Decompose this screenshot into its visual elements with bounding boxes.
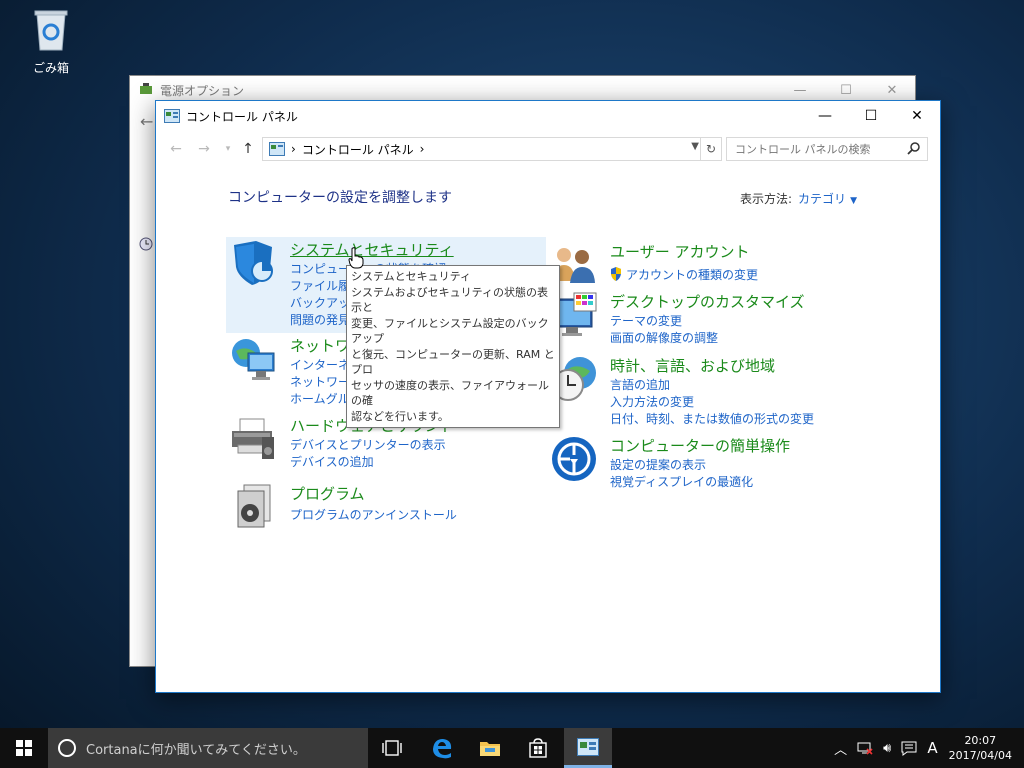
up-button[interactable]: ↑: [236, 137, 260, 161]
category-title[interactable]: プログラム: [290, 483, 365, 504]
control-panel-icon: [164, 109, 180, 123]
tooltip-title: システムとセキュリティ: [351, 270, 472, 283]
taskbar: Cortanaに何か聞いてみてください。 ︿ 🔊︎ A 20:07 2017/0…: [0, 728, 1024, 768]
windows-logo-icon: [16, 740, 32, 756]
minimize-button[interactable]: —: [802, 101, 848, 131]
task-view-button[interactable]: [368, 728, 416, 768]
network-status-icon[interactable]: [857, 741, 873, 755]
category-link[interactable]: 視覚ディスプレイの最適化: [610, 473, 753, 490]
maximize-button[interactable]: ☐: [848, 101, 894, 131]
category-user-accounts[interactable]: ユーザー アカウント アカウントの種類の変更: [550, 241, 910, 285]
control-panel-window[interactable]: コントロール パネル — ☐ ✕ ← → ▾ ↑ › コントロール パネル › …: [155, 100, 941, 693]
recycle-bin-shortcut[interactable]: ごみ箱: [22, 8, 80, 76]
category-link[interactable]: 設定の提案の表示: [610, 456, 706, 473]
clock-date: 2017/04/04: [948, 749, 1012, 762]
system-tray: ︿ 🔊︎ A 20:07 2017/04/04: [829, 728, 1024, 768]
category-link[interactable]: デバイスとプリンターの表示: [290, 436, 446, 453]
recycle-bin-label: ごみ箱: [32, 61, 69, 75]
search-box[interactable]: [726, 137, 928, 161]
tooltip-line: セッサの速度の表示、ファイアウォールの確: [351, 378, 549, 408]
tooltip: システムとセキュリティ システムおよびセキュリティの状態の表示と 変更、ファイル…: [346, 265, 560, 428]
programs-icon: [237, 484, 271, 528]
control-panel-taskbar-icon: [577, 737, 599, 756]
clock-time: 20:07: [964, 734, 997, 747]
page-heading: コンピューターの設定を調整します: [228, 190, 452, 206]
close-button[interactable]: ✕: [894, 101, 940, 131]
category-link[interactable]: アカウントの種類の変更: [626, 266, 758, 283]
category-title[interactable]: コンピューターの簡単操作: [610, 435, 790, 456]
search-input[interactable]: [733, 141, 907, 157]
category-programs[interactable]: プログラム プログラムのアンインストール: [230, 483, 550, 528]
forward-button[interactable]: →: [192, 137, 216, 161]
cortana-icon: [58, 739, 76, 757]
view-by-dropdown-icon[interactable]: ▼: [850, 196, 857, 206]
view-by-control[interactable]: 表示方法: カテゴリ ▼: [740, 190, 857, 207]
category-link[interactable]: プログラムのアンインストール: [290, 506, 457, 523]
category-title[interactable]: 時計、言語、および地域: [610, 355, 775, 376]
back-button[interactable]: ←: [164, 137, 188, 161]
category-link[interactable]: 日付、時刻、または数値の形式の変更: [610, 410, 814, 427]
ime-indicator[interactable]: A: [927, 739, 937, 757]
address-separator[interactable]: ›: [291, 142, 296, 156]
printer-icon: [232, 418, 274, 459]
shield-icon: [234, 241, 273, 285]
category-link[interactable]: 画面の解像度の調整: [610, 329, 718, 346]
address-separator-end[interactable]: ›: [420, 142, 425, 156]
edge-button[interactable]: [418, 728, 466, 768]
view-by-label: 表示方法:: [740, 192, 793, 206]
file-explorer-button[interactable]: [466, 728, 514, 768]
category-title[interactable]: ユーザー アカウント: [610, 241, 749, 262]
ease-of-access-icon: [552, 437, 596, 481]
recycle-bin-icon: [34, 10, 68, 51]
address-dropdown-icon[interactable]: ▼: [691, 141, 699, 152]
tooltip-line: 変更、ファイルとシステム設定のバックアップ: [351, 316, 549, 346]
window-title: コントロール パネル: [186, 109, 298, 124]
category-link[interactable]: テーマの変更: [610, 312, 682, 329]
cortana-placeholder: Cortanaに何か聞いてみてください。: [86, 742, 306, 758]
refresh-icon[interactable]: ↻: [700, 138, 721, 160]
category-title[interactable]: デスクトップのカスタマイズ: [610, 291, 805, 312]
view-by-value[interactable]: カテゴリ: [798, 192, 846, 206]
folder-icon: [480, 742, 500, 756]
clock[interactable]: 20:07 2017/04/04: [949, 733, 1012, 763]
edge-icon: [433, 739, 452, 759]
show-hidden-icons-icon[interactable]: ︿: [834, 739, 847, 758]
store-button[interactable]: [514, 728, 562, 768]
action-center-icon[interactable]: [901, 740, 917, 756]
search-icon[interactable]: [907, 141, 921, 155]
network-globe-icon: [232, 339, 275, 380]
task-view-icon: [382, 740, 402, 756]
start-button[interactable]: [0, 728, 48, 768]
uac-shield-icon: [611, 267, 621, 281]
store-icon: [529, 738, 547, 758]
control-panel-taskbar-button[interactable]: [564, 728, 612, 768]
tooltip-line: 認などを行います。: [351, 409, 449, 423]
power-options-icon: [140, 83, 152, 94]
category-link[interactable]: 入力方法の変更: [610, 393, 694, 410]
bg-clock-icon: [139, 237, 153, 251]
hand-cursor-icon: [348, 247, 364, 269]
address-control-panel-icon: [269, 142, 285, 156]
category-link[interactable]: デバイスの追加: [290, 453, 374, 470]
cortana-search-box[interactable]: Cortanaに何か聞いてみてください。: [48, 728, 368, 768]
tooltip-line: と復元、コンピューターの更新、RAM とプロ: [351, 347, 555, 377]
bg-back-arrow-icon[interactable]: ←: [140, 112, 153, 131]
power-options-title: 電源オプション: [160, 83, 245, 98]
category-link[interactable]: 言語の追加: [610, 376, 670, 393]
category-link[interactable]: 問題の発見: [290, 311, 350, 328]
category-title[interactable]: システムとセキュリティ: [290, 239, 454, 260]
address-path-item[interactable]: コントロール パネル: [302, 141, 414, 158]
category-desktop-customization[interactable]: デスクトップのカスタマイズ テーマの変更 画面の解像度の調整: [550, 291, 910, 347]
tooltip-line: システムおよびセキュリティの状態の表示と: [351, 285, 549, 315]
category-clock-language-region[interactable]: 時計、言語、および地域 言語の追加 入力方法の変更 日付、時刻、または数値の形式…: [550, 355, 910, 427]
volume-icon[interactable]: 🔊︎: [883, 741, 891, 756]
category-ease-of-access[interactable]: コンピューターの簡単操作 設定の提案の表示 視覚ディスプレイの最適化: [550, 435, 910, 491]
address-bar[interactable]: › コントロール パネル › ▼ ↻: [262, 137, 722, 161]
